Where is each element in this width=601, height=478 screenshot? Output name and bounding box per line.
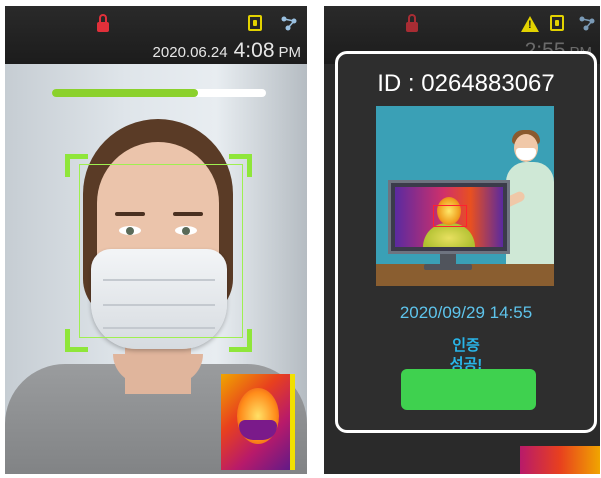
network-icon (579, 16, 595, 31)
status-ampm: PM (278, 44, 302, 61)
status-bar: 2020.06.24 4:08 PM (5, 6, 307, 64)
lock-icon (97, 14, 109, 32)
camera-view (5, 64, 307, 474)
illustration-person-mask (516, 148, 536, 160)
illustration-person-body (506, 162, 554, 264)
thermal-preview (520, 446, 600, 474)
face-box-corner-top-right (229, 154, 252, 177)
sim-card-icon (550, 15, 564, 31)
auth-message-line1: 인증 (452, 337, 480, 354)
lock-icon (406, 14, 418, 32)
thermal-preview (221, 374, 295, 470)
scan-progress-bar (52, 89, 266, 97)
status-datetime: 2020.06.24 4:08 PM (153, 39, 301, 63)
auth-datetime: 2020/09/29 14:55 (399, 303, 533, 322)
illustration-monitor-base (424, 264, 472, 270)
status-date: 2020.06.24 (152, 44, 228, 61)
warning-icon (521, 16, 539, 32)
scan-progress-fill (52, 89, 198, 97)
illustration-monitor (388, 180, 510, 254)
sim-card-icon (248, 15, 262, 31)
auth-result-dialog: ID : 0264883067 2020/09/29 14:55 인증 성공! (335, 51, 597, 433)
status-time: 4:08 (233, 39, 275, 62)
confirm-button[interactable] (401, 369, 536, 410)
face-box-corner-top-left (65, 154, 88, 177)
face-box-corner-bottom-right (229, 329, 252, 352)
face-box-corner-bottom-left (65, 329, 88, 352)
result-screen: 2:55PM ID : 0264883067 2020/09/29 14: (324, 6, 600, 474)
face-detection-box (79, 164, 243, 338)
network-icon (281, 16, 297, 31)
user-id: ID : 0264883067 (377, 70, 555, 97)
thermal-scan-illustration (376, 106, 554, 286)
scanning-screen: 2020.06.24 4:08 PM (5, 6, 307, 474)
